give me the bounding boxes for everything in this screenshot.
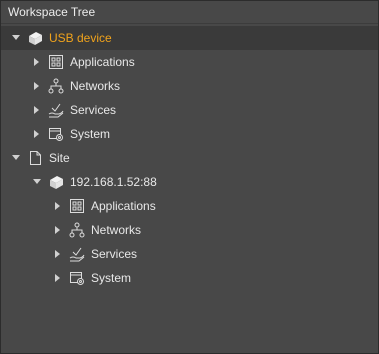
tree-node-label: Applications — [70, 55, 135, 69]
tree-node-label: Services — [91, 247, 138, 261]
chevron-right-icon[interactable] — [53, 194, 63, 218]
tree-node-applications[interactable]: Applications — [1, 50, 378, 74]
services-icon — [69, 246, 85, 262]
tree-node-label: USB device — [49, 31, 112, 45]
tree-node-applications[interactable]: Applications — [1, 194, 378, 218]
networks-icon — [69, 222, 85, 238]
system-icon — [48, 126, 64, 142]
tree-node-services[interactable]: Services — [1, 242, 378, 266]
tree-node-services[interactable]: Services — [1, 98, 378, 122]
chevron-right-icon[interactable] — [32, 74, 42, 98]
chevron-right-icon[interactable] — [53, 266, 63, 290]
tree-node-site[interactable]: Site — [1, 146, 378, 170]
chevron-down-icon[interactable] — [11, 146, 21, 170]
tree-node-usb-device[interactable]: USB device — [1, 26, 378, 50]
device-icon — [48, 174, 64, 190]
tree-node-label: Networks — [70, 79, 121, 93]
services-icon — [48, 102, 64, 118]
tree-node-label: Services — [70, 103, 117, 117]
networks-icon — [48, 78, 64, 94]
tree-node-networks[interactable]: Networks — [1, 74, 378, 98]
applications-icon — [48, 54, 64, 70]
chevron-down-icon[interactable] — [32, 170, 42, 194]
applications-icon — [69, 198, 85, 214]
chevron-right-icon[interactable] — [53, 242, 63, 266]
chevron-down-icon[interactable] — [11, 26, 21, 50]
tree-node-label: Site — [49, 151, 70, 165]
tree-node-networks[interactable]: Networks — [1, 218, 378, 242]
tree-node-system[interactable]: System — [1, 122, 378, 146]
chevron-right-icon[interactable] — [32, 50, 42, 74]
device-icon — [27, 30, 43, 46]
chevron-right-icon[interactable] — [32, 98, 42, 122]
chevron-right-icon[interactable] — [53, 218, 63, 242]
tree-node-system[interactable]: System — [1, 266, 378, 290]
tree-node-label: Applications — [91, 199, 156, 213]
chevron-right-icon[interactable] — [32, 122, 42, 146]
tree-node-device-192-168-1-52[interactable]: 192.168.1.52:88 — [1, 170, 378, 194]
workspace-tree-panel: Workspace Tree USB device Applications N… — [0, 0, 379, 354]
system-icon — [69, 270, 85, 286]
tree-node-label: System — [70, 127, 111, 141]
tree-node-label: 192.168.1.52:88 — [70, 175, 157, 189]
tree-node-label: System — [91, 271, 132, 285]
document-icon — [27, 150, 43, 166]
tree-node-label: Networks — [91, 223, 142, 237]
panel-title: Workspace Tree — [1, 1, 378, 24]
